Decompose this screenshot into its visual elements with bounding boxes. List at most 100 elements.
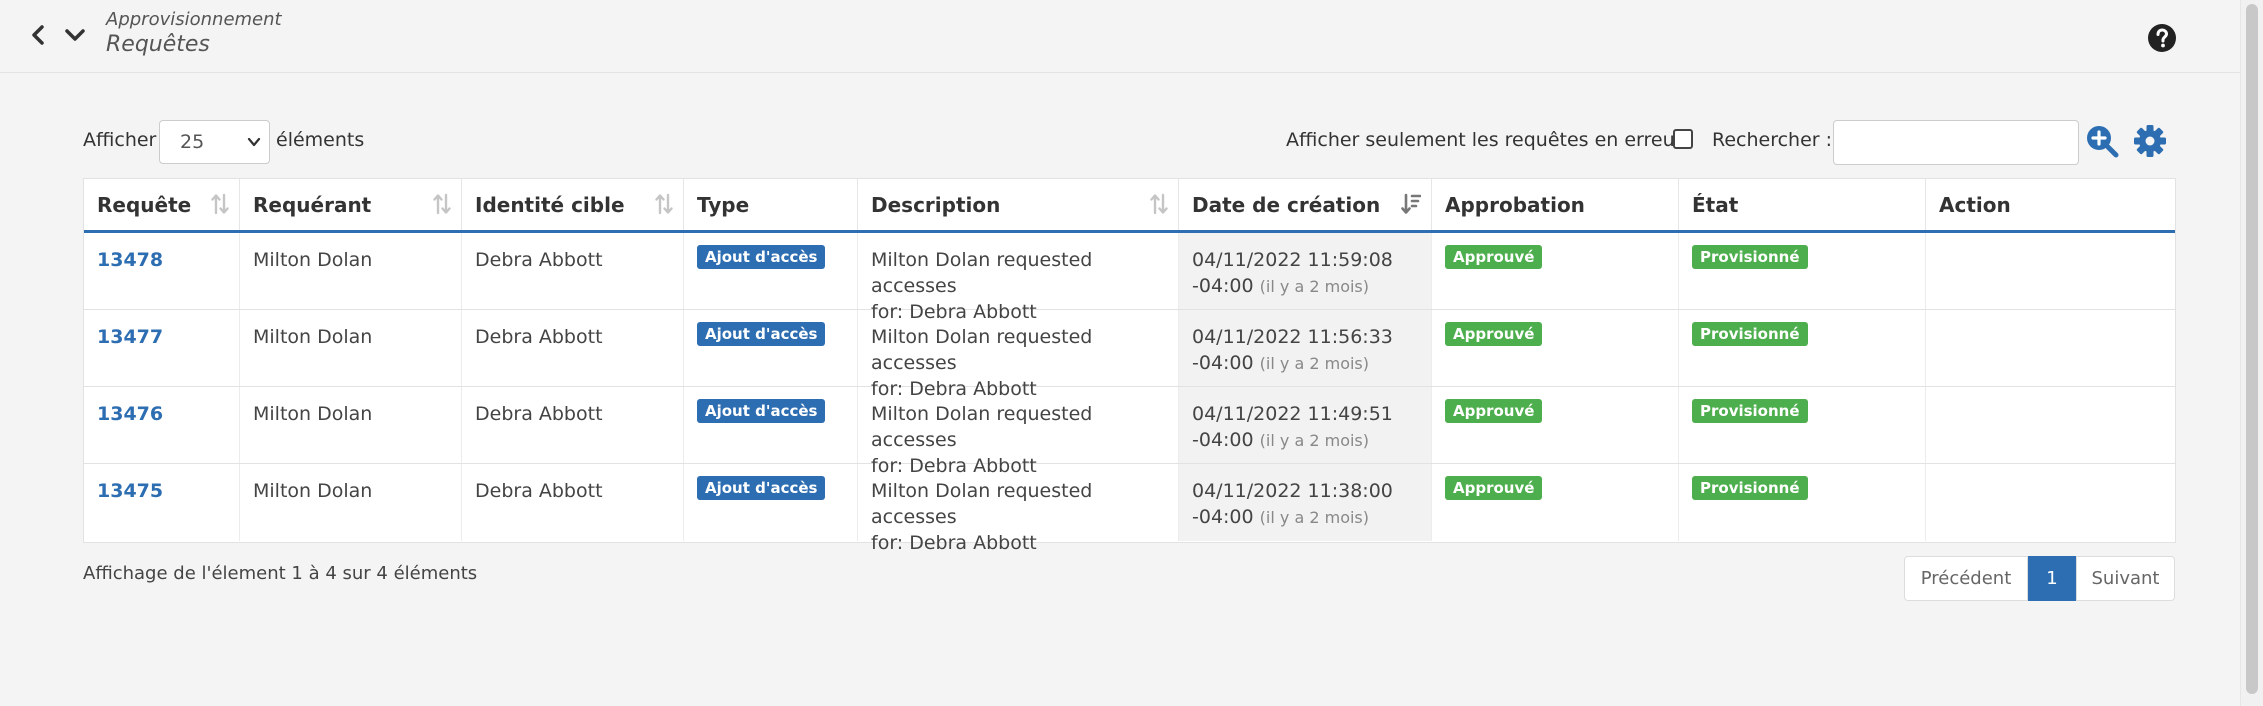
zoom-in-icon	[2087, 126, 2119, 158]
elements-label: éléments	[276, 129, 365, 151]
col-header-creation-date[interactable]: Date de création	[1179, 179, 1432, 230]
description-cell: Milton Dolan requested accesses for: Debr…	[858, 387, 1179, 477]
scrollbar-thumb[interactable]	[2246, 4, 2258, 694]
state-cell: Provisionné	[1679, 464, 1926, 541]
errors-only-checkbox[interactable]	[1673, 129, 1693, 149]
type-cell: Ajout d'accès	[684, 310, 858, 386]
description-cell: Milton Dolan requested accesses for: Debr…	[858, 233, 1179, 323]
state-badge: Provisionné	[1692, 322, 1808, 346]
search-label: Rechercher :	[1712, 129, 1833, 151]
date-cell: 04/11/2022 11:49:51 -04:00 (il y a 2 mois…	[1179, 387, 1432, 463]
action-cell	[1926, 464, 2177, 541]
table-row: 13475 Milton Dolan Debra Abbott Ajout d'…	[84, 464, 2177, 554]
col-header-state: État	[1679, 179, 1926, 230]
type-cell: Ajout d'accès	[684, 464, 858, 541]
request-link[interactable]: 13476	[97, 403, 163, 425]
request-id-cell: 13478	[84, 233, 240, 309]
approval-cell: Approuvé	[1432, 233, 1679, 309]
approval-badge: Approuvé	[1445, 322, 1543, 346]
settings-button[interactable]	[2133, 124, 2167, 158]
previous-page-button[interactable]: Précédent	[1904, 556, 2028, 601]
requester-cell: Milton Dolan	[240, 387, 462, 463]
request-id-cell: 13475	[84, 464, 240, 541]
sort-icon	[433, 193, 451, 215]
state-badge: Provisionné	[1692, 476, 1808, 500]
type-badge: Ajout d'accès	[697, 322, 826, 346]
action-cell	[1926, 310, 2177, 386]
col-header-request[interactable]: Requête	[84, 179, 240, 230]
page-size-value: 25	[180, 131, 205, 153]
type-badge: Ajout d'accès	[697, 399, 826, 423]
chevron-left-icon	[32, 25, 44, 45]
state-cell: Provisionné	[1679, 233, 1926, 309]
col-header-action: Action	[1939, 193, 2011, 217]
col-header-requester[interactable]: Requérant	[240, 179, 462, 230]
approval-cell: Approuvé	[1432, 464, 1679, 541]
vertical-scrollbar[interactable]	[2240, 0, 2263, 706]
requester-cell: Milton Dolan	[240, 233, 462, 309]
table-row: 13476 Milton Dolan Debra Abbott Ajout d'…	[84, 387, 2175, 477]
target-cell: Debra Abbott	[462, 464, 684, 541]
approval-cell: Approuvé	[1432, 310, 1679, 386]
pagination: Précédent 1 Suivant	[1904, 556, 2175, 601]
request-id-cell: 13476	[84, 387, 240, 463]
col-header-description[interactable]: Description	[858, 179, 1179, 230]
description-cell: Milton Dolan requested accesses for: Debr…	[858, 310, 1179, 400]
type-cell: Ajout d'accès	[684, 387, 858, 463]
page-1-button[interactable]: 1	[2028, 556, 2076, 601]
type-badge: Ajout d'accès	[697, 245, 826, 269]
request-id-cell: 13477	[84, 310, 240, 386]
requester-cell: Milton Dolan	[240, 464, 462, 541]
target-cell: Debra Abbott	[462, 233, 684, 309]
gear-icon	[2134, 125, 2166, 157]
search-button[interactable]	[2085, 124, 2119, 158]
approval-cell: Approuvé	[1432, 387, 1679, 463]
sort-desc-icon	[1401, 193, 1421, 214]
state-badge: Provisionné	[1692, 399, 1808, 423]
col-header-target-identity[interactable]: Identité cible	[462, 179, 684, 230]
description-cell: Milton Dolan requested accesses for: Debr…	[858, 464, 1179, 554]
caret-down-icon	[247, 137, 261, 147]
col-header-type: Type	[684, 179, 858, 230]
back-button[interactable]	[24, 20, 52, 50]
approval-badge: Approuvé	[1445, 399, 1543, 423]
state-cell: Provisionné	[1679, 387, 1926, 463]
breadcrumb-parent[interactable]: Approvisionnement	[106, 9, 282, 30]
sort-icon	[655, 193, 673, 215]
table-row: 13477 Milton Dolan Debra Abbott Ajout d'…	[84, 310, 2177, 400]
approval-badge: Approuvé	[1445, 476, 1543, 500]
show-label: Afficher	[83, 129, 157, 151]
type-cell: Ajout d'accès	[684, 233, 858, 309]
question-circle-icon	[2148, 24, 2176, 52]
menu-toggle-button[interactable]	[61, 20, 89, 50]
requester-cell: Milton Dolan	[240, 310, 462, 386]
state-cell: Provisionné	[1679, 310, 1926, 386]
col-header-approval: Approbation	[1432, 179, 1679, 230]
date-cell: 04/11/2022 11:56:33 -04:00 (il y a 2 mois…	[1179, 310, 1432, 386]
state-badge: Provisionné	[1692, 245, 1808, 269]
table-header: Requête Requérant Identité cible Type De…	[84, 179, 2175, 233]
requests-table: Requête Requérant Identité cible Type De…	[83, 178, 2177, 554]
page-title: Requêtes	[106, 32, 210, 57]
sort-icon	[1150, 193, 1168, 215]
action-cell	[1926, 233, 2177, 309]
request-link[interactable]: 13477	[97, 326, 163, 348]
type-badge: Ajout d'accès	[697, 476, 826, 500]
search-input[interactable]	[1833, 120, 2079, 165]
request-link[interactable]: 13478	[97, 249, 163, 271]
date-cell: 04/11/2022 11:38:00 -04:00 (il y a 2 mois…	[1179, 464, 1432, 541]
approval-badge: Approuvé	[1445, 245, 1543, 269]
date-cell: 04/11/2022 11:59:08 -04:00 (il y a 2 mois…	[1179, 233, 1432, 309]
target-cell: Debra Abbott	[462, 387, 684, 463]
sort-icon	[211, 193, 229, 215]
top-bar: Approvisionnement Requêtes	[0, 0, 2240, 73]
page-size-select[interactable]: 25	[159, 120, 270, 164]
target-cell: Debra Abbott	[462, 310, 684, 386]
table-row: 13478 Milton Dolan Debra Abbott Ajout d'…	[84, 233, 2177, 323]
table-info: Affichage de l'élement 1 à 4 sur 4 éléme…	[83, 563, 478, 584]
request-link[interactable]: 13475	[97, 480, 163, 502]
help-button[interactable]	[2147, 23, 2177, 53]
next-page-button[interactable]: Suivant	[2076, 556, 2175, 601]
chevron-down-icon	[65, 29, 85, 41]
errors-only-label: Afficher seulement les requêtes en erreu…	[1286, 129, 1683, 151]
